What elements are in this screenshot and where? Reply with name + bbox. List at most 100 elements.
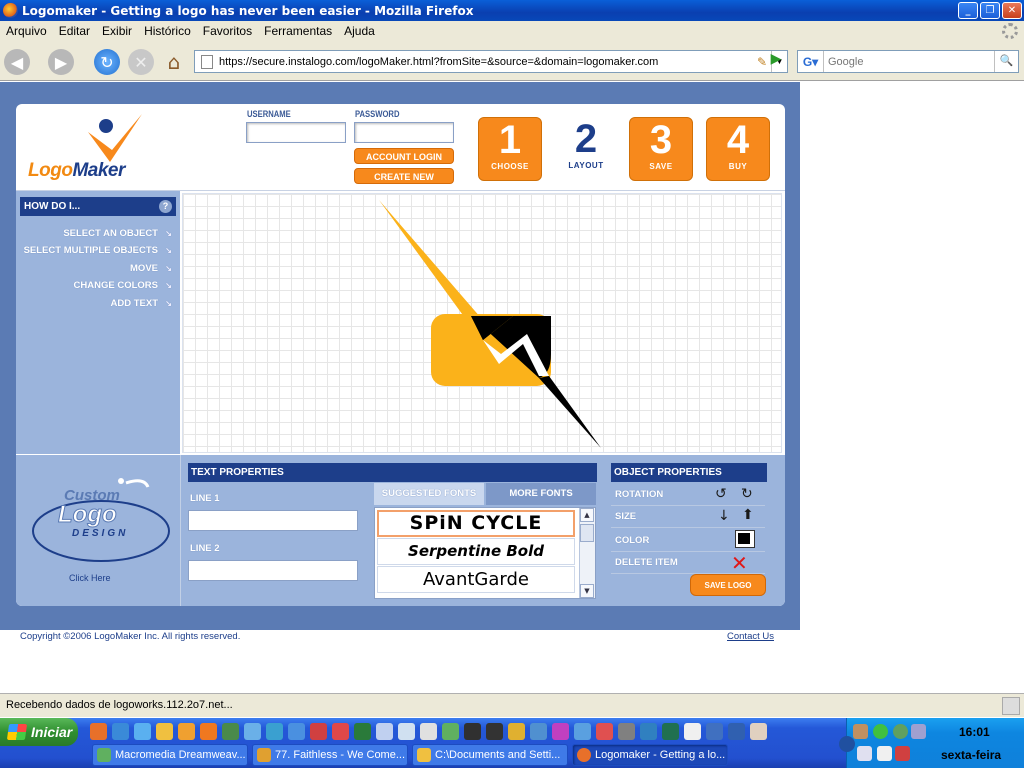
address-bar[interactable]: https://secure.instalogo.com/logoMaker.h…	[194, 50, 788, 73]
scroll-up-icon[interactable]: ▲	[580, 508, 594, 522]
app-launch-icon[interactable]	[288, 723, 305, 740]
logomaker-logo[interactable]: LogoMaker	[28, 112, 158, 184]
color-picker-button[interactable]	[735, 530, 755, 548]
search-go-icon[interactable]: 🔍	[994, 51, 1018, 72]
menu-editar[interactable]: Editar	[53, 24, 96, 38]
app-launch-icon[interactable]	[310, 723, 327, 740]
taskbar-item-dreamweaver[interactable]: Macromedia Dreamweav...	[92, 744, 248, 766]
help-question-icon[interactable]: ?	[159, 200, 172, 213]
start-button[interactable]: Iniciar	[0, 718, 78, 746]
custom-logo-design-promo[interactable]: Custom Logo DESIGN	[26, 465, 176, 585]
app-launch-icon[interactable]	[420, 723, 437, 740]
logo-artwork[interactable]	[183, 194, 783, 454]
tray-app-icon[interactable]	[853, 724, 868, 739]
font-option-avantgarde[interactable]: AvantGarde	[377, 566, 575, 593]
media-launch-icon[interactable]	[200, 723, 217, 740]
step-choose-button[interactable]: 1 CHOOSE	[478, 117, 542, 181]
forward-button[interactable]: ▶	[48, 49, 74, 75]
account-login-button[interactable]: ACCOUNT LOGIN	[354, 148, 454, 164]
tray-check-icon[interactable]	[873, 724, 888, 739]
app-launch-icon[interactable]	[354, 723, 371, 740]
menu-ferramentas[interactable]: Ferramentas	[258, 24, 338, 38]
app-launch-icon[interactable]	[618, 723, 635, 740]
app-launch-icon[interactable]	[750, 723, 767, 740]
search-box[interactable]: G▾ Google 🔍	[797, 50, 1019, 73]
password-field[interactable]	[354, 122, 454, 143]
size-down-icon[interactable]: ↓	[718, 508, 730, 524]
save-logo-button[interactable]: SAVE LOGO	[690, 574, 766, 596]
line2-input[interactable]	[188, 560, 358, 581]
menu-arquivo[interactable]: Arquivo	[0, 24, 53, 38]
reload-button[interactable]: ↻	[94, 49, 120, 75]
app-launch-icon[interactable]	[398, 723, 415, 740]
create-account-button[interactable]: CREATE NEW ACCOUNT	[354, 168, 454, 198]
help-item-select-object[interactable]: SELECT AN OBJECT ↘	[24, 225, 172, 242]
app-launch-icon[interactable]	[266, 723, 283, 740]
contact-us-link[interactable]: Contact Us	[727, 631, 774, 642]
back-button[interactable]: ◀	[4, 49, 30, 75]
maximize-button[interactable]: ❐	[980, 2, 1000, 19]
stop-button[interactable]: ✕	[128, 49, 154, 75]
close-button[interactable]: ✕	[1002, 2, 1022, 19]
shield-icon[interactable]	[895, 746, 910, 761]
tray-collapse-icon[interactable]	[839, 736, 855, 752]
firefox-launch-icon[interactable]	[90, 723, 107, 740]
status-security-icon[interactable]	[1002, 697, 1020, 715]
menu-historico[interactable]: Histórico	[138, 24, 197, 38]
app-launch-icon[interactable]	[222, 723, 239, 740]
logo-bolt-black[interactable]	[539, 376, 601, 448]
help-item-change-colors[interactable]: CHANGE COLORS ↘	[24, 277, 172, 294]
mail-icon[interactable]	[877, 746, 892, 761]
rotate-right-icon[interactable]: ↻	[741, 486, 753, 502]
app-launch-icon[interactable]	[552, 723, 569, 740]
menu-ajuda[interactable]: Ajuda	[338, 24, 381, 38]
menu-favoritos[interactable]: Favoritos	[197, 24, 258, 38]
rotate-left-icon[interactable]: ↺	[715, 486, 727, 502]
app-launch-icon[interactable]	[112, 723, 129, 740]
app-launch-icon[interactable]	[706, 723, 723, 740]
font-option-spin-cycle[interactable]: SPiN CYCLE	[377, 510, 575, 537]
size-up-icon[interactable]: ⬆	[742, 507, 754, 523]
app-launch-icon[interactable]	[662, 723, 679, 740]
help-item-move[interactable]: MOVE ↘	[24, 260, 172, 277]
delete-icon[interactable]: ✕	[731, 551, 748, 575]
app-launch-icon[interactable]	[464, 723, 481, 740]
minimize-button[interactable]: _	[958, 2, 978, 19]
scroll-down-icon[interactable]: ▼	[580, 584, 594, 598]
folder-launch-icon[interactable]	[156, 723, 173, 740]
app-launch-icon[interactable]	[728, 723, 745, 740]
menu-exibir[interactable]: Exibir	[96, 24, 138, 38]
app-launch-icon[interactable]	[684, 723, 701, 740]
tab-suggested-fonts[interactable]: SUGGESTED FONTS	[374, 483, 484, 505]
app-launch-icon[interactable]	[508, 723, 525, 740]
search-input[interactable]: Google	[824, 56, 994, 68]
app-launch-icon[interactable]	[640, 723, 657, 740]
step-save-button[interactable]: 3 SAVE	[629, 117, 693, 181]
app-launch-icon[interactable]	[596, 723, 613, 740]
app-launch-icon[interactable]	[530, 723, 547, 740]
click-here-link[interactable]: Click Here	[69, 573, 111, 583]
font-list-scrollbar[interactable]: ▲ ▼	[579, 508, 595, 598]
home-button[interactable]: ⌂	[162, 50, 186, 74]
font-option-serpentine-bold[interactable]: Serpentine Bold	[377, 538, 575, 565]
tab-more-fonts[interactable]: MORE FONTS	[486, 483, 596, 505]
username-field[interactable]	[246, 122, 346, 143]
taskbar-item-firefox[interactable]: Logomaker - Getting a lo...	[572, 744, 728, 766]
google-engine-icon[interactable]: G▾	[798, 51, 824, 72]
url-text[interactable]: https://secure.instalogo.com/logoMaker.h…	[219, 56, 753, 68]
line1-input[interactable]	[188, 510, 358, 531]
step-buy-button[interactable]: 4 BUY	[706, 117, 770, 181]
font-list[interactable]: SPiN CYCLE Serpentine Bold AvantGarde ▲ …	[374, 507, 596, 599]
design-canvas[interactable]	[182, 193, 782, 453]
app-launch-icon[interactable]	[376, 723, 393, 740]
app-launch-icon[interactable]	[244, 723, 261, 740]
tray-network-icon[interactable]	[911, 724, 926, 739]
flash-launch-icon[interactable]	[332, 723, 349, 740]
app-launch-icon[interactable]	[442, 723, 459, 740]
go-button[interactable]: ▶	[766, 51, 786, 72]
clock[interactable]: 16:01	[959, 725, 990, 739]
volume-icon[interactable]	[857, 746, 872, 761]
tray-messenger-icon[interactable]	[893, 724, 908, 739]
taskbar-item-explorer[interactable]: C:\Documents and Setti...	[412, 744, 568, 766]
app-launch-icon[interactable]	[574, 723, 591, 740]
